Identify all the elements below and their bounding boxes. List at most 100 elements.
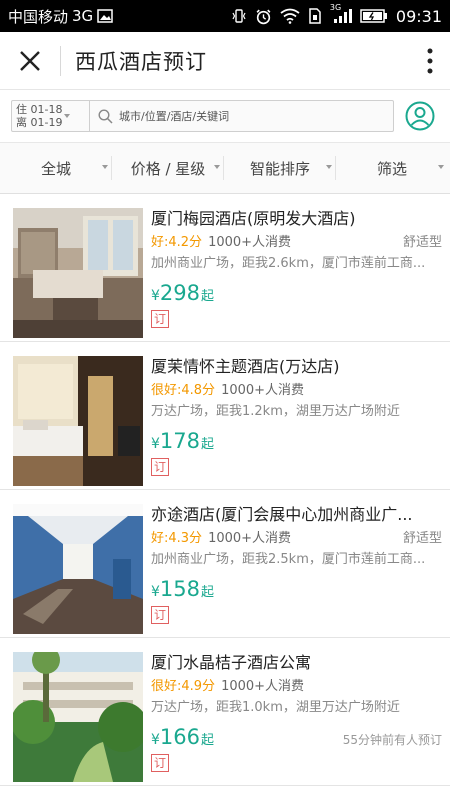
vibrate-icon: [231, 8, 247, 24]
caret-down-icon: [64, 114, 71, 118]
hotel-name: 亦途酒店(厦门会展中心加州商业广...: [151, 505, 413, 524]
caret-down-icon: [438, 165, 444, 169]
date-range: 住 01-18 离 01-19: [16, 103, 62, 129]
hotel-card[interactable]: 厦门水晶桔子酒店公寓 很好:4.9分 1000+人消费 万达广场，距我1.0km…: [0, 638, 450, 786]
search-icon: [98, 108, 113, 124]
cell-signal-icon: 3G: [330, 3, 352, 24]
image-icon: [97, 8, 113, 24]
more-menu-button[interactable]: [410, 32, 450, 90]
price-suffix: 起: [201, 437, 215, 452]
recent-booking: 55分钟前有人预订: [342, 733, 442, 747]
app-header: 西瓜酒店预订: [0, 32, 450, 90]
hotel-price: 166: [159, 725, 201, 749]
hotel-price: 298: [159, 281, 201, 305]
battery-icon: [360, 9, 388, 23]
price-currency: ¥: [151, 436, 160, 452]
caret-down-icon: [214, 165, 220, 169]
hotel-consumption: 1000+人消费: [221, 679, 305, 694]
hotel-meta: 好:4.3分 1000+人消费 舒适型: [151, 530, 442, 548]
filter-more[interactable]: 筛选: [336, 142, 448, 194]
hotel-card[interactable]: [0, 786, 450, 800]
filter-area[interactable]: 全城: [0, 142, 112, 194]
hotel-rating: 很好:4.9分: [151, 679, 216, 694]
carrier-label: 中国移动: [8, 7, 69, 26]
hotel-name: 厦门梅园酒店(原明发大酒店): [151, 209, 356, 228]
status-bar: 中国移动 3G 3G 09:31: [0, 0, 450, 32]
user-icon: [405, 101, 435, 131]
signal-type-label: 3G: [329, 3, 342, 12]
search-box: 住 01-18 离 01-19 城市/位置/酒店/关键词: [11, 100, 394, 132]
filter-label: 智能排序: [249, 159, 310, 178]
wifi-icon: [280, 8, 300, 24]
close-button[interactable]: [0, 32, 60, 90]
price-suffix: 起: [201, 733, 215, 748]
hotel-card[interactable]: 厦门梅园酒店(原明发大酒店) 好:4.2分 1000+人消费 舒适型 加州商业广…: [0, 194, 450, 342]
book-badge: 订: [151, 606, 169, 624]
price-row: ¥ 298 起: [151, 281, 442, 307]
filter-label: 价格 / 星级: [130, 159, 206, 178]
price-currency: ¥: [151, 584, 160, 600]
hotel-photo: [13, 208, 143, 338]
price-currency: ¥: [151, 288, 160, 304]
price-suffix: 起: [201, 585, 215, 600]
hotel-price: 158: [159, 577, 201, 601]
book-badge: 订: [151, 754, 169, 772]
alarm-icon: [255, 8, 272, 25]
price-row: ¥ 178 起: [151, 429, 442, 455]
hotel-consumption: 1000+人消费: [208, 531, 292, 546]
price-currency: ¥: [151, 732, 160, 748]
hotel-location: 加州商业广场，距我2.5km，厦门市莲前工商...: [151, 552, 426, 567]
sim-icon: [308, 8, 322, 24]
price-row: ¥ 158 起: [151, 577, 442, 603]
user-profile-button[interactable]: [404, 100, 436, 132]
hotel-info: 亦途酒店(厦门会展中心加州商业广... 好:4.3分 1000+人消费 舒适型 …: [151, 504, 442, 624]
filter-sort[interactable]: 智能排序: [224, 142, 336, 194]
hotel-photo: [13, 504, 143, 634]
hotel-meta: 很好:4.9分 1000+人消费: [151, 678, 442, 696]
book-badge: 订: [151, 458, 169, 476]
search-row: 住 01-18 离 01-19 城市/位置/酒店/关键词: [0, 90, 450, 142]
hotel-type: 舒适型: [402, 235, 442, 250]
caret-down-icon: [102, 165, 108, 169]
page-title: 西瓜酒店预订: [75, 49, 207, 74]
filter-label: 全城: [40, 159, 71, 178]
hotel-location: 加州商业广场，距我2.6km，厦门市莲前工商...: [151, 256, 426, 271]
hotel-info: 厦门梅园酒店(原明发大酒店) 好:4.2分 1000+人消费 舒适型 加州商业广…: [151, 208, 442, 328]
filter-price-star[interactable]: 价格 / 星级: [112, 142, 224, 194]
hotel-info: 厦门水晶桔子酒店公寓 很好:4.9分 1000+人消费 万达广场，距我1.0km…: [151, 652, 442, 772]
search-placeholder: 城市/位置/酒店/关键词: [119, 110, 230, 123]
close-icon: [20, 50, 40, 71]
filter-bar: 全城 价格 / 星级 智能排序 筛选: [0, 142, 450, 194]
more-vertical-icon: [427, 48, 433, 73]
network-label: 3G: [72, 7, 94, 25]
checkout-date: 离 01-19: [16, 116, 63, 129]
hotel-photo: [13, 652, 143, 782]
hotel-location: 万达广场，距我1.2km，湖里万达广场附近: [151, 404, 400, 419]
hotel-rating: 很好:4.8分: [151, 383, 216, 398]
price-suffix: 起: [201, 289, 215, 304]
hotel-type: 舒适型: [402, 531, 442, 546]
hotel-consumption: 1000+人消费: [221, 383, 305, 398]
hotel-location: 万达广场，距我1.0km，湖里万达广场附近: [151, 700, 400, 715]
hotel-card[interactable]: 厦茉情怀主题酒店(万达店) 很好:4.8分 1000+人消费 万达广场，距我1.…: [0, 342, 450, 490]
hotel-info: 厦茉情怀主题酒店(万达店) 很好:4.8分 1000+人消费 万达广场，距我1.…: [151, 356, 442, 476]
book-badge: 订: [151, 310, 169, 328]
hotel-rating: 好:4.3分: [151, 531, 203, 546]
hotel-meta: 很好:4.8分 1000+人消费: [151, 382, 442, 400]
hotel-consumption: 1000+人消费: [208, 235, 292, 250]
hotel-rating: 好:4.2分: [151, 235, 203, 250]
hotel-list: 厦门梅园酒店(原明发大酒店) 好:4.2分 1000+人消费 舒适型 加州商业广…: [0, 194, 450, 800]
search-input[interactable]: 城市/位置/酒店/关键词: [90, 108, 393, 124]
clock-label: 09:31: [395, 6, 442, 26]
checkin-date: 住 01-18: [16, 103, 63, 116]
caret-down-icon: [326, 165, 332, 169]
header-divider: [60, 45, 61, 76]
hotel-name: 厦茉情怀主题酒店(万达店): [151, 357, 340, 376]
price-row: ¥ 166 起 55分钟前有人预订: [151, 725, 442, 751]
hotel-photo: [13, 356, 143, 486]
hotel-card[interactable]: 亦途酒店(厦门会展中心加州商业广... 好:4.3分 1000+人消费 舒适型 …: [0, 490, 450, 638]
hotel-meta: 好:4.2分 1000+人消费 舒适型: [151, 234, 442, 252]
hotel-price: 178: [159, 429, 201, 453]
date-selector[interactable]: 住 01-18 离 01-19: [12, 101, 90, 131]
hotel-name: 厦门水晶桔子酒店公寓: [151, 653, 312, 672]
